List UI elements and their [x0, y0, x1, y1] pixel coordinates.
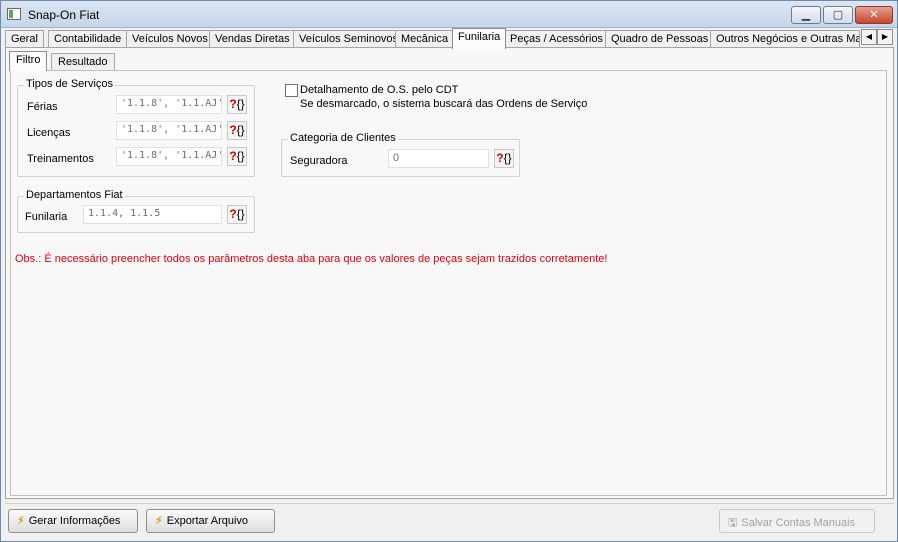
tab-mecanica[interactable]: Mecânica: [395, 30, 455, 48]
braces-icon: {}: [503, 151, 512, 165]
funilaria-lookup-button[interactable]: ?{}: [227, 205, 247, 224]
tab-veiculos-seminovos[interactable]: Veículos Seminovos: [293, 30, 405, 48]
minimize-button[interactable]: ▁: [791, 6, 821, 24]
help-icon: ?: [229, 207, 237, 221]
tab-scroll-left-icon[interactable]: ◀: [861, 29, 877, 45]
ferias-field[interactable]: '1.1.8', '1.1.AJ': [116, 95, 222, 114]
funilaria-field[interactable]: 1.1.4, 1.1.5: [83, 205, 222, 224]
departamentos-title: Departamentos Fiat: [24, 189, 125, 201]
filtro-panel: Tipos de Serviços Férias '1.1.8', '1.1.A…: [10, 70, 887, 496]
close-button[interactable]: ✕: [855, 6, 893, 24]
help-icon: ?: [229, 123, 237, 137]
tab-veiculos-novos[interactable]: Veículos Novos: [126, 30, 214, 48]
funilaria-label: Funilaria: [25, 211, 68, 223]
categoria-clientes-group: Categoria de Clientes Seguradora 0 ?{}: [281, 132, 520, 177]
licencas-field[interactable]: '1.1.8', '1.1.AJ': [116, 121, 222, 140]
help-icon: ?: [229, 97, 237, 111]
save-disk-icon: 🖫: [728, 517, 738, 529]
window-title: Snap-On Fiat: [28, 8, 100, 22]
detalhamento-checkbox[interactable]: [285, 84, 298, 97]
tab-geral[interactable]: Geral: [5, 30, 44, 48]
bottom-separator: [5, 503, 894, 504]
maximize-button[interactable]: ▢: [823, 6, 853, 24]
detalhamento-note: Se desmarcado, o sistema buscará das Ord…: [300, 98, 588, 110]
seguradora-lookup-button[interactable]: ?{}: [494, 149, 514, 168]
app-window: Snap-On Fiat ▁ ▢ ✕ Geral Contabilidade V…: [0, 0, 898, 542]
ferias-lookup-button[interactable]: ?{}: [227, 95, 247, 114]
subtab-resultado[interactable]: Resultado: [51, 53, 115, 71]
lightning-icon: ⚡: [17, 515, 25, 527]
ferias-label: Férias: [27, 101, 58, 113]
departamentos-group: Departamentos Fiat Funilaria 1.1.4, 1.1.…: [17, 189, 255, 233]
tab-outros-negocios[interactable]: Outros Negócios e Outras Mar: [710, 30, 860, 48]
licencas-lookup-button[interactable]: ?{}: [227, 121, 247, 140]
salvar-contas-manuais-button[interactable]: 🖫 Salvar Contas Manuais: [719, 509, 875, 533]
licencas-label: Licenças: [27, 127, 71, 139]
exportar-arquivo-button[interactable]: ⚡ Exportar Arquivo: [146, 509, 275, 533]
app-icon: [7, 8, 21, 20]
gerar-informacoes-label: Gerar Informações: [28, 515, 121, 527]
treinamentos-label: Treinamentos: [27, 153, 94, 165]
treinamentos-lookup-button[interactable]: ?{}: [227, 147, 247, 166]
tab-funilaria[interactable]: Funilaria: [452, 28, 507, 49]
tab-scroll-right-icon[interactable]: ▶: [877, 29, 893, 45]
help-icon: ?: [496, 151, 504, 165]
tipos-servicos-group: Tipos de Serviços Férias '1.1.8', '1.1.A…: [17, 78, 255, 177]
tab-contabilidade[interactable]: Contabilidade: [48, 30, 128, 48]
tab-quadro-de-pessoas[interactable]: Quadro de Pessoas: [605, 30, 715, 48]
tipos-servicos-title: Tipos de Serviços: [24, 78, 116, 90]
seguradora-label: Seguradora: [290, 155, 348, 167]
categoria-clientes-title: Categoria de Clientes: [288, 132, 398, 144]
treinamentos-field[interactable]: '1.1.8', '1.1.AJ': [116, 147, 222, 166]
seguradora-field[interactable]: 0: [388, 149, 489, 168]
title-bar[interactable]: Snap-On Fiat ▁ ▢ ✕: [1, 1, 897, 28]
tab-pecas-acessorios[interactable]: Peças / Acessórios: [504, 30, 609, 48]
detalhamento-label[interactable]: Detalhamento de O.S. pelo CDT: [300, 84, 458, 96]
subtab-filtro[interactable]: Filtro: [9, 51, 48, 71]
gerar-informacoes-button[interactable]: ⚡ Gerar Informações: [8, 509, 138, 533]
tab-vendas-diretas[interactable]: Vendas Diretas: [209, 30, 296, 48]
lightning-icon: ⚡: [155, 515, 163, 527]
braces-icon: {}: [236, 97, 245, 111]
obs-warning-text: Obs.: É necessário preencher todos os pa…: [15, 253, 608, 265]
exportar-arquivo-label: Exportar Arquivo: [166, 515, 249, 527]
braces-icon: {}: [236, 207, 245, 221]
salvar-contas-manuais-label: Salvar Contas Manuais: [741, 517, 856, 529]
braces-icon: {}: [236, 149, 245, 163]
braces-icon: {}: [236, 123, 245, 137]
help-icon: ?: [229, 149, 237, 163]
main-tab-bar: Geral Contabilidade Veículos Novos Venda…: [5, 28, 895, 49]
